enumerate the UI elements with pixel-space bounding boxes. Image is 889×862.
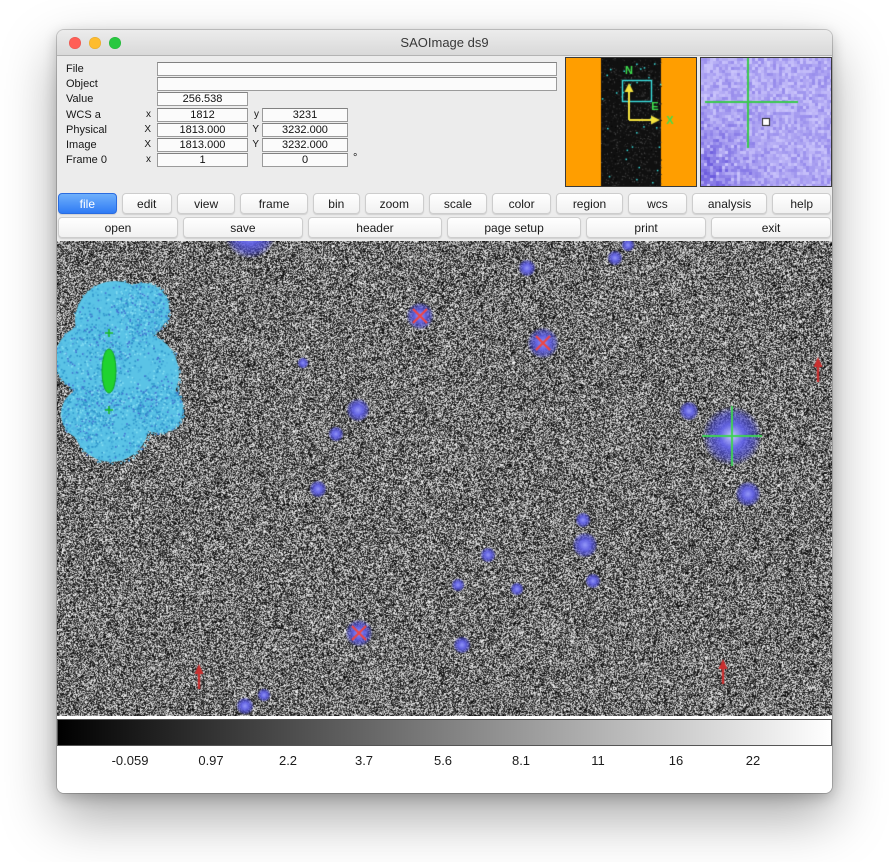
close-button[interactable] xyxy=(69,37,81,49)
magnifier xyxy=(700,57,832,187)
colorbar-tick-label: -0.059 xyxy=(112,753,149,768)
command-button-exit[interactable]: exit xyxy=(711,217,831,238)
menu-button-scale[interactable]: scale xyxy=(429,193,488,214)
frame-label: Frame 0 xyxy=(66,153,107,167)
magnifier-canvas xyxy=(701,58,831,186)
wcs-x-field[interactable]: 1812 xyxy=(157,108,248,122)
colorbar-tick-label: 3.7 xyxy=(355,753,373,768)
app-window: SAOImage ds9 File Object Value WCS a Phy… xyxy=(57,30,832,793)
colorbar-section: -0.059 0.97 2.2 3.7 5.6 8.1 11 16 22 xyxy=(57,716,832,793)
menu-button-zoom[interactable]: zoom xyxy=(365,193,424,214)
minimize-button[interactable] xyxy=(89,37,101,49)
menu-button-region[interactable]: region xyxy=(556,193,623,214)
file-field xyxy=(157,62,557,76)
colorbar[interactable] xyxy=(57,719,832,746)
menu-button-view[interactable]: view xyxy=(177,193,236,214)
window-title: SAOImage ds9 xyxy=(57,30,832,56)
menu-button-frame[interactable]: frame xyxy=(240,193,307,214)
command-bar: open save header page setup print exit xyxy=(57,217,832,239)
image-x-label: X xyxy=(137,138,151,152)
title-bar[interactable]: SAOImage ds9 xyxy=(57,30,832,56)
wcs-y-label: y xyxy=(249,108,259,122)
command-button-open[interactable]: open xyxy=(58,217,178,238)
colorbar-tick-label: 0.97 xyxy=(198,753,223,768)
image-y-label: Y xyxy=(249,138,259,152)
panner-canvas[interactable] xyxy=(566,58,696,186)
command-button-print[interactable]: print xyxy=(586,217,706,238)
menu-button-wcs[interactable]: wcs xyxy=(628,193,687,214)
colorbar-tick-label: 16 xyxy=(669,753,683,768)
menu-button-edit[interactable]: edit xyxy=(122,193,172,214)
wcs-y-field[interactable]: 3231 xyxy=(262,108,348,122)
traffic-lights xyxy=(69,37,121,49)
physical-label: Physical xyxy=(66,123,107,137)
image-display-canvas[interactable] xyxy=(57,241,832,716)
command-button-page-setup[interactable]: page setup xyxy=(447,217,581,238)
value-label: Value xyxy=(66,92,93,106)
image-x-field[interactable]: 1813.000 xyxy=(157,138,248,152)
frame-zoom-field[interactable]: 1 xyxy=(157,153,248,167)
menu-button-analysis[interactable]: analysis xyxy=(692,193,768,214)
colorbar-tick-label: 5.6 xyxy=(434,753,452,768)
image-label: Image xyxy=(66,138,97,152)
object-field xyxy=(157,77,557,91)
wcs-x-label: x xyxy=(137,108,151,122)
command-button-header[interactable]: header xyxy=(308,217,442,238)
frame-zoom-label: x xyxy=(137,153,151,167)
info-panel: File Object Value WCS a Physical Image F… xyxy=(57,56,832,193)
menu-button-file[interactable]: file xyxy=(58,193,117,214)
image-y-field[interactable]: 3232.000 xyxy=(262,138,348,152)
zoom-window-button[interactable] xyxy=(109,37,121,49)
colorbar-tick-label: 22 xyxy=(746,753,760,768)
menu-button-color[interactable]: color xyxy=(492,193,551,214)
physical-y-field[interactable]: 3232.000 xyxy=(262,123,348,137)
physical-x-label: X xyxy=(137,123,151,137)
degree-symbol: ° xyxy=(353,151,357,165)
value-field: 256.538 xyxy=(157,92,248,106)
physical-y-label: Y xyxy=(249,123,259,137)
wcs-label: WCS a xyxy=(66,108,101,122)
physical-x-field[interactable]: 1813.000 xyxy=(157,123,248,137)
command-button-save[interactable]: save xyxy=(183,217,303,238)
menu-button-bin[interactable]: bin xyxy=(313,193,360,214)
menu-bar: file edit view frame bin zoom scale colo… xyxy=(57,193,832,215)
object-label: Object xyxy=(66,77,98,91)
colorbar-tick-label: 2.2 xyxy=(279,753,297,768)
panner[interactable] xyxy=(565,57,697,187)
menu-button-help[interactable]: help xyxy=(772,193,831,214)
colorbar-tick-label: 8.1 xyxy=(512,753,530,768)
file-label: File xyxy=(66,62,84,76)
colorbar-tick-label: 11 xyxy=(591,753,605,768)
frame-rotation-field[interactable]: 0 xyxy=(262,153,348,167)
